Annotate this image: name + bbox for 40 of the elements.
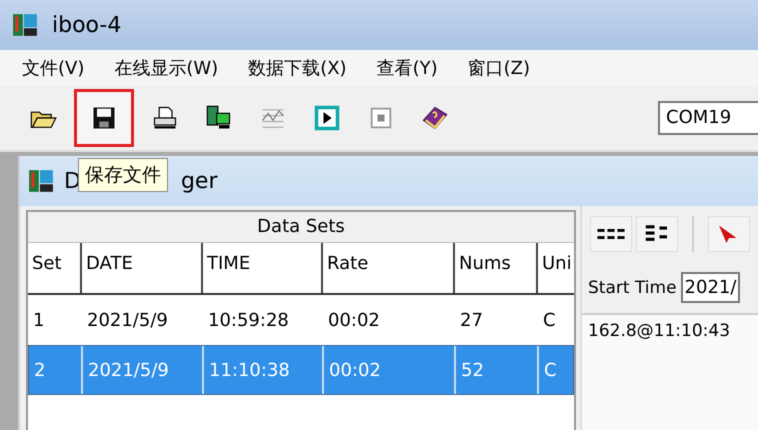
tree-view-button[interactable] <box>636 216 678 252</box>
table-cell-text: 00:02 <box>327 308 381 332</box>
menu-item[interactable]: 数据下载(X) <box>248 56 347 80</box>
column-header[interactable]: Set <box>28 243 82 293</box>
reading-text: 162.8@11:10:43 <box>582 315 758 430</box>
table-cell-text: 1 <box>32 308 46 332</box>
child-window-title: ger <box>180 168 218 194</box>
column-header[interactable]: Rate <box>323 243 455 293</box>
book-icon <box>421 104 449 132</box>
menu-item[interactable]: 文件(V) <box>22 56 84 80</box>
grid-icon <box>596 228 626 238</box>
start-time-label: Start Time <box>588 278 677 298</box>
table-cell: 11:10:38 <box>204 346 324 394</box>
menu-item[interactable]: 窗口(Z) <box>468 56 530 80</box>
table-cell: 52 <box>456 346 539 394</box>
table-cell: 2021/5/9 <box>83 346 204 394</box>
grid-view-button[interactable] <box>590 216 632 252</box>
start-time-field[interactable]: 2021/ <box>680 272 740 303</box>
column-header[interactable]: TIME <box>203 243 323 293</box>
table-row[interactable]: 1 2021/5/9 10:59:28 00:02 27 C <box>28 295 574 345</box>
column-header[interactable]: DATE <box>82 243 203 293</box>
table-cell: 00:02 <box>324 346 456 394</box>
app-icon <box>28 168 54 194</box>
table-cell-text: 27 <box>459 308 484 332</box>
column-header[interactable]: Nums <box>455 243 538 293</box>
tooltip: 保存文件 <box>78 158 168 192</box>
menu-item[interactable]: 查看(Y) <box>376 56 438 80</box>
table-title: Data Sets <box>28 212 574 243</box>
window-title: iboo-4 <box>52 12 122 38</box>
play-icon <box>313 104 341 132</box>
column-header[interactable]: Uni <box>538 243 574 293</box>
table-cell-text: C <box>542 308 557 332</box>
port-field[interactable]: COM19 <box>658 101 758 135</box>
pointer-button[interactable] <box>708 216 750 252</box>
app-icon <box>12 12 38 38</box>
table-cell-text: 10:59:28 <box>207 308 290 332</box>
save-button[interactable] <box>74 89 134 147</box>
menu-item[interactable]: 在线显示(W) <box>114 56 218 80</box>
table-cell: 2 <box>29 346 83 394</box>
table-cell-text: 2021/5/9 <box>86 308 169 332</box>
